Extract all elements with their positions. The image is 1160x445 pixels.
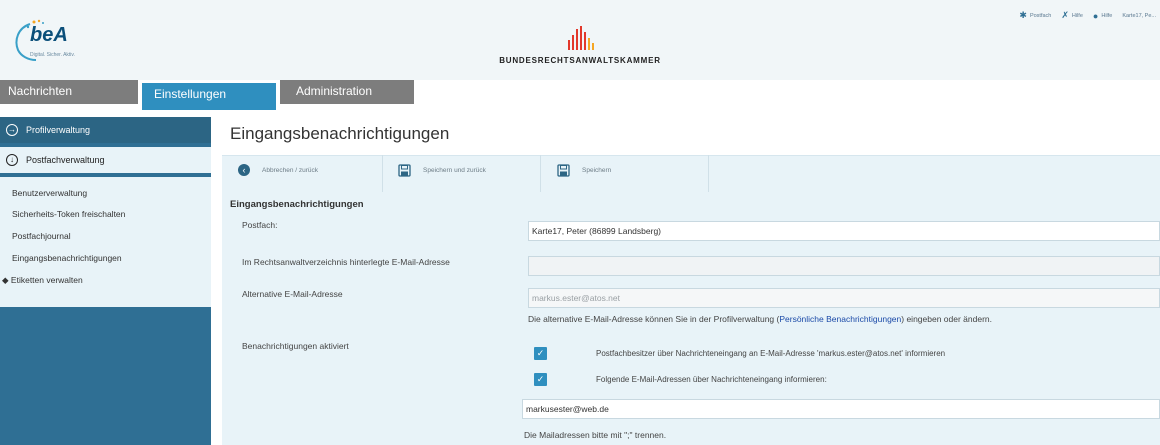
top-link-label: Hilfe: [1101, 12, 1113, 19]
top-links: ✱ Postfach ✗ Hilfe ● Hilfe Karte17, Pe..…: [1019, 10, 1156, 21]
tab-administration[interactable]: Administration: [280, 80, 414, 104]
arrow-down-circle-icon: ↓: [6, 154, 18, 166]
arrow-left-circle-icon: ‹: [238, 164, 250, 176]
email-addresses-field[interactable]: [522, 399, 1160, 419]
sidebar-subitem-token[interactable]: Sicherheits-Token freischalten: [12, 209, 125, 219]
save-and-back-button[interactable]: Speichern und zurück: [398, 164, 486, 177]
sidebar-item-profilverwaltung[interactable]: → Profilverwaltung: [0, 117, 211, 143]
back-button-label: Abbrechen / zurück: [262, 166, 319, 174]
alt-email-label: Alternative E-Mail-Adresse: [242, 289, 343, 299]
persoenliche-benachrichtigungen-link[interactable]: Persönliche Benachrichtigungen: [779, 314, 901, 324]
tag-icon: ◆: [2, 275, 9, 285]
top-link-postfach[interactable]: ✱ Postfach: [1019, 10, 1051, 21]
arrow-right-circle-icon: →: [6, 124, 18, 136]
top-link-user[interactable]: Karte17, Pe...: [1122, 13, 1156, 19]
save-icon: [398, 164, 411, 177]
top-link-tools[interactable]: ✗ Hilfe: [1061, 10, 1083, 21]
sidebar-item-label: Etiketten verwalten: [10, 275, 83, 285]
save-button[interactable]: Speichern: [557, 164, 611, 177]
toolbar-divider: [382, 155, 383, 192]
alt-email-help: Die alternative E-Mail-Adresse können Si…: [528, 314, 992, 324]
help-text: ) eingeben oder ändern.: [901, 314, 993, 324]
postfach-label: Postfach:: [242, 220, 278, 230]
sidebar-item-label: Postfachverwaltung: [26, 155, 105, 165]
back-button[interactable]: ‹ Abbrechen / zurück: [238, 164, 318, 176]
form-heading: Eingangsbenachrichtigungen: [230, 199, 364, 210]
postfach-field[interactable]: [528, 221, 1160, 241]
top-link-label: Karte17, Pe...: [1122, 12, 1156, 19]
brand-name: BUNDESRECHTSANWALTSKAMMER: [499, 56, 661, 65]
notify-label: Benachrichtigungen aktiviert: [242, 341, 349, 351]
gear-icon: ✱: [1019, 10, 1027, 20]
toolbar-divider: [540, 155, 541, 192]
toolbar-divider: [708, 155, 709, 192]
top-link-label: Postfach: [1029, 12, 1052, 19]
rav-email-field: [528, 256, 1160, 276]
rav-email-label: Im Rechtsanwaltverzeichnis hinterlegte E…: [242, 257, 450, 267]
sidebar-item-etiketten[interactable]: ◆ Etiketten verwalten: [2, 275, 83, 286]
brak-logo-icon: [568, 26, 594, 50]
tab-nachrichten[interactable]: Nachrichten: [0, 80, 138, 104]
save-icon: [557, 164, 570, 177]
notify-owner-checkbox[interactable]: ✓: [534, 347, 547, 360]
sidebar-item-postfachverwaltung[interactable]: ↓ Postfachverwaltung: [0, 147, 211, 173]
notify-others-checkbox[interactable]: ✓: [534, 373, 547, 386]
sidebar-item-label: Profilverwaltung: [26, 125, 91, 135]
sidebar-subitem-benutzerverwaltung[interactable]: Benutzerverwaltung: [12, 188, 87, 198]
sidebar-subitem-postfachjournal[interactable]: Postfachjournal: [12, 231, 71, 241]
alt-email-field: [528, 288, 1160, 308]
wrench-icon: ✗: [1061, 10, 1069, 20]
logo-text: beA: [30, 24, 68, 46]
save-and-back-label: Speichern und zurück: [423, 167, 486, 174]
notify-others-label: Folgende E-Mail-Adressen über Nachrichte…: [596, 375, 827, 384]
question-icon: ●: [1092, 10, 1099, 21]
tab-einstellungen[interactable]: Einstellungen: [142, 83, 276, 110]
sidebar-subitem-eingangsbenachrichtigungen[interactable]: Eingangsbenachrichtigungen: [12, 253, 122, 263]
page-title: Eingangsbenachrichtigungen: [230, 124, 450, 143]
email-addresses-help: Die Mailadressen bitte mit ";" trennen.: [524, 430, 667, 440]
save-label: Speichern: [582, 167, 612, 174]
top-link-label: Hilfe: [1071, 12, 1083, 19]
top-link-help[interactable]: ● Hilfe: [1093, 11, 1112, 21]
help-text: Die alternative E-Mail-Adresse können Si…: [528, 314, 780, 324]
notify-owner-label: Postfachbesitzer über Nachrichteneingang…: [596, 349, 946, 358]
toolbar: [222, 155, 1160, 193]
